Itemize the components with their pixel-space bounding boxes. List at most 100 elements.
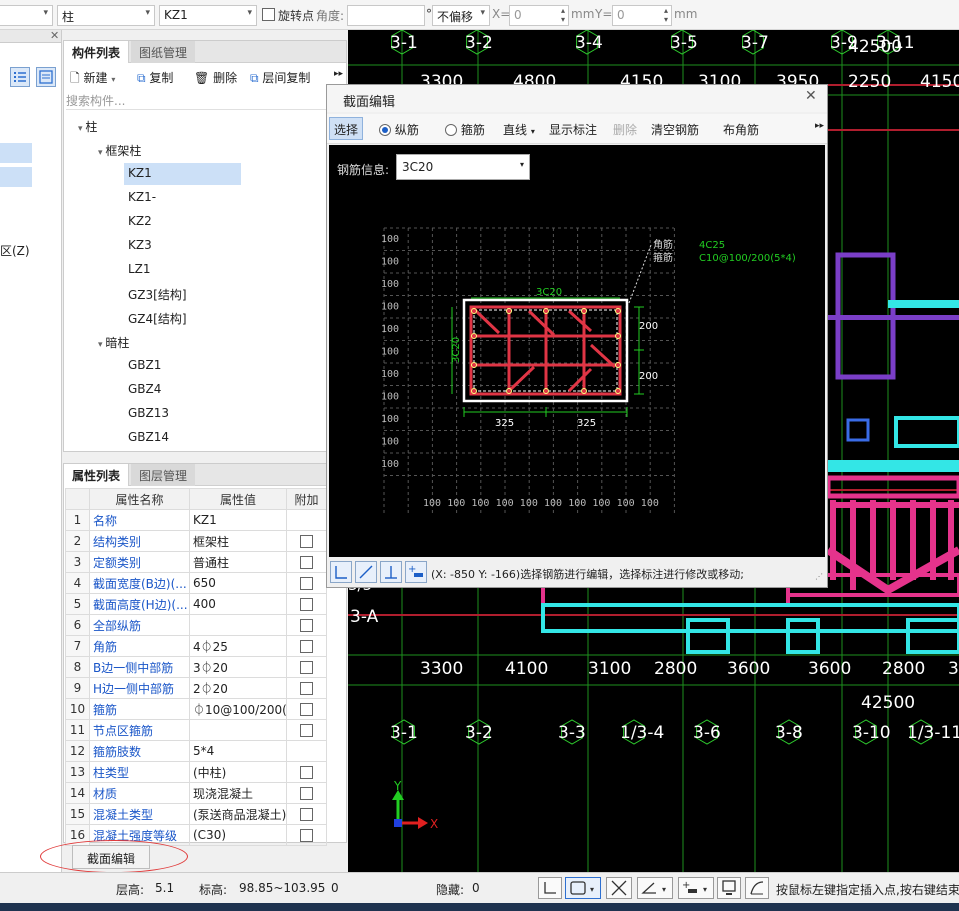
- more-tools-icon[interactable]: ▸▸: [815, 121, 824, 131]
- tree-item[interactable]: GBZ1: [128, 358, 161, 372]
- table-row[interactable]: 1 名称 KZ1: [65, 509, 327, 531]
- rebar-point[interactable]: [471, 362, 477, 368]
- rebar-point[interactable]: [471, 308, 477, 314]
- rebar-point[interactable]: [581, 308, 587, 314]
- cross-select-icon[interactable]: [606, 877, 632, 899]
- property-value[interactable]: 400: [189, 593, 287, 615]
- rebar-point[interactable]: [506, 308, 512, 314]
- type-select[interactable]: 柱 ▾: [57, 5, 155, 26]
- property-value[interactable]: 现浇混凝土: [189, 782, 287, 804]
- tab-drawing-manage[interactable]: 图纸管理: [131, 41, 196, 63]
- table-row[interactable]: 15 混凝土类型 (泵送商品混凝土): [65, 803, 327, 825]
- component-search-input[interactable]: 搜索构件...: [66, 92, 344, 110]
- floor-copy-button[interactable]: ⧉ 层间复制: [250, 69, 310, 86]
- rotate-checkbox[interactable]: [262, 8, 275, 21]
- tree-item[interactable]: KZ2: [128, 214, 152, 228]
- copy-button[interactable]: ⧉ 复制: [137, 69, 173, 86]
- line-dropdown[interactable]: 直线 ▾: [503, 121, 535, 138]
- tab-component-list[interactable]: 构件列表: [64, 41, 130, 63]
- ortho-icon[interactable]: [330, 561, 352, 583]
- rebar-point[interactable]: [506, 388, 512, 394]
- property-value[interactable]: 650: [189, 572, 287, 594]
- additional-checkbox[interactable]: [300, 535, 313, 548]
- table-row[interactable]: 4 截面宽度(B边)(... 650: [65, 572, 327, 594]
- nav-row-selected[interactable]: [0, 143, 32, 163]
- table-row[interactable]: 5 截面高度(H边)(... 400: [65, 593, 327, 615]
- additional-checkbox[interactable]: [300, 703, 313, 716]
- rebar-point[interactable]: [471, 388, 477, 394]
- additional-checkbox[interactable]: [300, 577, 313, 590]
- nav-row-selected[interactable]: [0, 167, 32, 187]
- tree-item[interactable]: GBZ14: [128, 430, 169, 444]
- resize-grip-icon[interactable]: ⋰: [815, 572, 823, 581]
- y-input[interactable]: 0 ▴ ▾: [612, 5, 672, 26]
- insert-point-icon[interactable]: + ▾: [678, 877, 714, 899]
- tab-layer-manage[interactable]: 图层管理: [131, 464, 196, 486]
- additional-checkbox[interactable]: [300, 766, 313, 779]
- property-value[interactable]: (中柱): [189, 761, 287, 783]
- property-value[interactable]: [189, 719, 287, 741]
- curve-tool-icon[interactable]: [745, 877, 769, 899]
- rebar-point[interactable]: [615, 333, 621, 339]
- property-value[interactable]: 框架柱: [189, 530, 287, 552]
- additional-checkbox[interactable]: [300, 787, 313, 800]
- tab-property-list[interactable]: 属性列表: [64, 464, 130, 486]
- table-row[interactable]: 13 柱类型 (中柱): [65, 761, 327, 783]
- screen-capture-icon[interactable]: [717, 877, 741, 899]
- angle-input[interactable]: [347, 5, 425, 26]
- show-dim-button[interactable]: 显示标注: [549, 121, 597, 138]
- close-icon[interactable]: ✕: [50, 29, 59, 42]
- additional-checkbox[interactable]: [300, 829, 313, 842]
- tree-item[interactable]: KZ1: [128, 166, 152, 180]
- table-row[interactable]: 7 角筋 4⏀25: [65, 635, 327, 657]
- perpendicular-icon[interactable]: [380, 561, 402, 583]
- additional-checkbox[interactable]: [300, 682, 313, 695]
- ortho-icon[interactable]: [538, 877, 562, 899]
- x-input[interactable]: 0 ▴ ▾: [509, 5, 569, 26]
- close-icon[interactable]: ✕: [805, 88, 817, 104]
- property-value[interactable]: KZ1: [189, 509, 287, 531]
- table-row[interactable]: 10 箍筋 ⏀10@100/200(5: [65, 698, 327, 720]
- section-drawing-area[interactable]: 钢筋信息: 3C20 ▾ 100 100 100 100 100 100 100 100 100 1…: [329, 145, 825, 557]
- tree-item[interactable]: KZ1-: [128, 190, 156, 204]
- table-row[interactable]: 2 结构类别 框架柱: [65, 530, 327, 552]
- list-view-icon[interactable]: [10, 67, 30, 87]
- angle-snap-icon[interactable]: ▾: [637, 877, 673, 899]
- tree-item[interactable]: ▾ 暗柱: [98, 334, 129, 351]
- table-row[interactable]: 8 B边一侧中部筋 3⏀20: [65, 656, 327, 678]
- rebar-point[interactable]: [615, 362, 621, 368]
- rebar-point[interactable]: [543, 308, 549, 314]
- component-select[interactable]: KZ1 ▾: [159, 5, 257, 26]
- property-value[interactable]: ⏀10@100/200(5: [189, 698, 287, 720]
- rebar-point[interactable]: [471, 333, 477, 339]
- rebar-point[interactable]: [615, 388, 621, 394]
- tree-item[interactable]: GBZ13: [128, 406, 169, 420]
- rebar-point[interactable]: [543, 388, 549, 394]
- tree-item[interactable]: GBZ4: [128, 382, 161, 396]
- property-value[interactable]: 4⏀25: [189, 635, 287, 657]
- table-row[interactable]: 11 节点区箍筋: [65, 719, 327, 741]
- property-value[interactable]: [189, 614, 287, 636]
- additional-checkbox[interactable]: [300, 619, 313, 632]
- additional-checkbox[interactable]: [300, 556, 313, 569]
- tree-item[interactable]: GZ4[结构]: [128, 310, 187, 327]
- select-tool-button[interactable]: 选择: [329, 117, 363, 140]
- dialog-titlebar[interactable]: 截面编辑 ✕: [327, 85, 827, 112]
- tree-item[interactable]: LZ1: [128, 262, 151, 276]
- additional-checkbox[interactable]: [300, 808, 313, 821]
- table-row[interactable]: 12 箍筋肢数 5*4: [65, 740, 327, 762]
- property-value[interactable]: 5*4: [189, 740, 287, 762]
- offset-select[interactable]: 不偏移 ▾: [432, 5, 490, 26]
- stirrup-radio[interactable]: 箍筋: [445, 121, 485, 138]
- table-row[interactable]: 14 材质 现浇混凝土: [65, 782, 327, 804]
- table-row[interactable]: 9 H边一侧中部筋 2⏀20: [65, 677, 327, 699]
- corner-rebar-button[interactable]: 布角筋: [723, 121, 759, 138]
- property-value[interactable]: 2⏀20: [189, 677, 287, 699]
- additional-checkbox[interactable]: [300, 724, 313, 737]
- detail-view-icon[interactable]: [36, 67, 56, 87]
- line-draw-icon[interactable]: [355, 561, 377, 583]
- additional-checkbox[interactable]: [300, 661, 313, 674]
- longitudinal-radio[interactable]: 纵筋: [379, 121, 419, 138]
- rebar-point[interactable]: [615, 308, 621, 314]
- insert-dim-icon[interactable]: +: [405, 561, 427, 583]
